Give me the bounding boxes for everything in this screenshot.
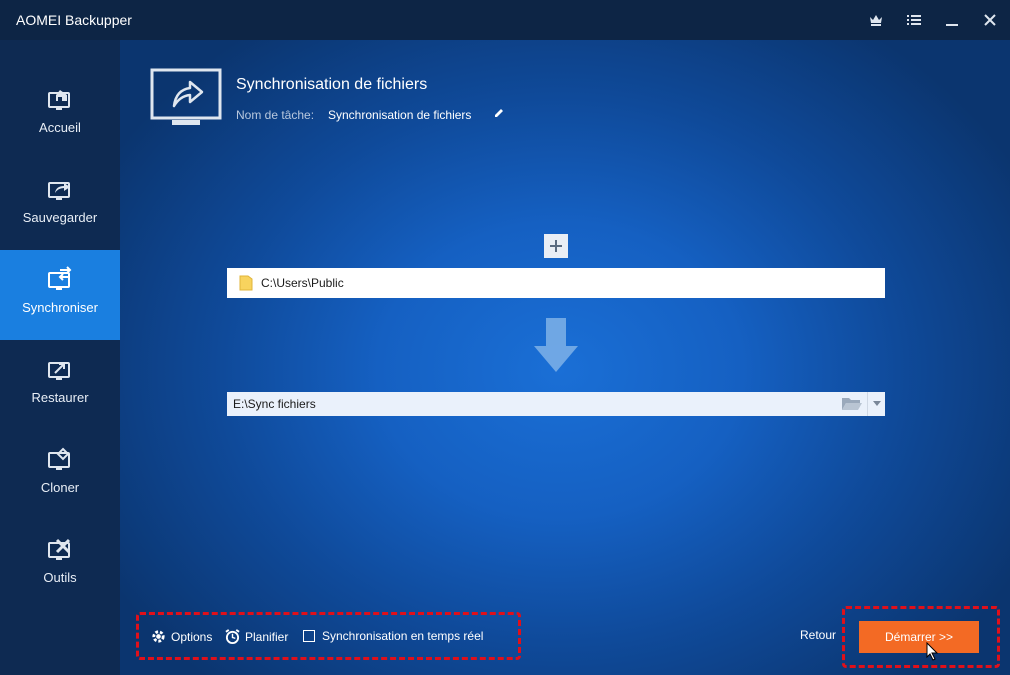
- sidebar-item-synchroniser[interactable]: Synchroniser: [0, 250, 120, 340]
- source-path: C:\Users\Public: [261, 276, 344, 290]
- plus-icon: [550, 240, 562, 252]
- sidebar-item-accueil[interactable]: Accueil: [0, 70, 120, 160]
- page-title: Synchronisation de fichiers: [236, 76, 428, 93]
- schedule-label: Planifier: [245, 629, 289, 644]
- add-source-button[interactable]: [544, 234, 568, 258]
- clone-monitor-icon: [48, 447, 70, 470]
- app-title: AOMEI Backupper: [16, 12, 132, 28]
- restore-monitor-icon: [48, 362, 70, 380]
- sidebar-item-sauvegarder[interactable]: Sauvegarder: [0, 160, 120, 250]
- sidebar-item-label: Outils: [43, 570, 77, 585]
- minimize-icon[interactable]: [940, 8, 964, 32]
- checkbox-icon: [303, 630, 315, 642]
- folder-icon: [239, 275, 253, 291]
- back-button[interactable]: Retour: [800, 628, 836, 642]
- sidebar-item-cloner[interactable]: Cloner: [0, 430, 120, 520]
- alarm-clock-icon: [225, 629, 240, 644]
- sync-monitor-header-icon: [150, 68, 222, 125]
- realtime-sync-label: Synchronisation en temps réel: [322, 629, 484, 643]
- destination-dropdown-button[interactable]: [867, 392, 885, 416]
- pencil-edit-icon[interactable]: [492, 106, 506, 120]
- task-name-label: Nom de tâche:: [236, 108, 315, 122]
- sidebar-item-outils[interactable]: Outils: [0, 520, 120, 610]
- sidebar-item-label: Accueil: [39, 120, 81, 135]
- close-icon[interactable]: [978, 8, 1002, 32]
- start-button[interactable]: Démarrer >>: [859, 621, 979, 653]
- mouse-cursor-icon: [926, 642, 939, 661]
- home-monitor-icon: [48, 90, 70, 110]
- options-button[interactable]: Options: [151, 629, 212, 644]
- gear-icon: [152, 630, 165, 643]
- open-folder-icon: [842, 398, 862, 410]
- arrow-down-icon: [534, 318, 578, 372]
- source-folder-field[interactable]: C:\Users\Public: [227, 268, 885, 298]
- options-label: Options: [171, 629, 213, 644]
- browse-folder-button[interactable]: [837, 392, 867, 416]
- menu-icon[interactable]: [902, 8, 926, 32]
- sidebar: Accueil Sauvegarder Synchroniser Restaur…: [0, 40, 120, 675]
- chevron-down-icon: [872, 401, 881, 406]
- sidebar-item-restaurer[interactable]: Restaurer: [0, 340, 120, 430]
- crown-icon[interactable]: [864, 8, 888, 32]
- options-highlight-box: Options Planifier Synchronisation en tem…: [136, 612, 521, 660]
- task-name-value: Synchronisation de fichiers: [328, 108, 472, 122]
- sidebar-item-label: Restaurer: [31, 390, 89, 405]
- realtime-sync-checkbox[interactable]: Synchronisation en temps réel: [303, 629, 483, 643]
- destination-path: E:\Sync fichiers: [233, 397, 316, 411]
- main-panel: Synchronisation de fichiers Nom de tâche…: [120, 40, 1010, 675]
- sync-monitor-icon: [48, 266, 72, 290]
- title-bar: AOMEI Backupper: [0, 0, 1010, 40]
- destination-path-field[interactable]: E:\Sync fichiers: [227, 392, 885, 416]
- start-highlight-box: Démarrer >>: [842, 606, 1000, 668]
- sidebar-item-label: Sauvegarder: [22, 210, 98, 225]
- schedule-button[interactable]: Planifier: [225, 629, 288, 644]
- tools-monitor-icon: [48, 538, 71, 560]
- backup-monitor-icon: [48, 182, 70, 200]
- sidebar-item-label: Synchroniser: [22, 300, 98, 315]
- sidebar-item-label: Cloner: [40, 480, 80, 495]
